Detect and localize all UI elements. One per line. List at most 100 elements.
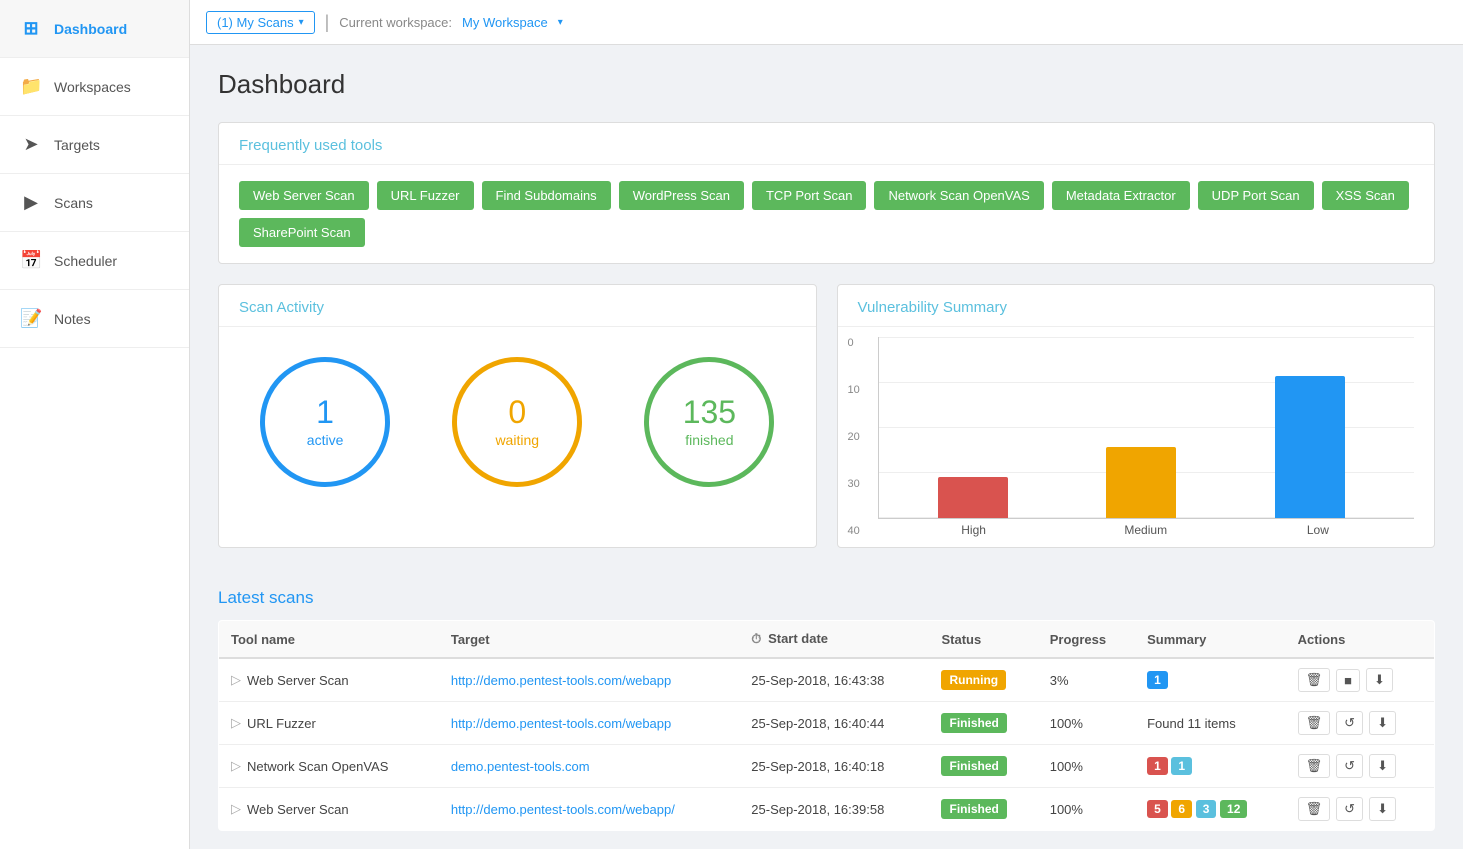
start-date-cell: 25-Sep-2018, 16:39:58 [739, 788, 929, 831]
delete-btn[interactable]: 🗑 [1298, 797, 1331, 821]
delete-btn[interactable]: 🗑 [1298, 711, 1331, 735]
latest-scans-section: Latest scans Tool name Target ⏱ Start da… [218, 588, 1435, 831]
delete-btn[interactable]: 🗑 [1298, 754, 1331, 778]
waiting-number: 0 [508, 396, 526, 428]
sidebar-item-notes[interactable]: 📝 Notes [0, 290, 189, 348]
sidebar-item-scheduler[interactable]: 📅 Scheduler [0, 232, 189, 290]
dashboard-icon: ⊞ [20, 18, 42, 39]
play-icon: ▷ [231, 715, 241, 731]
sidebar-item-scans[interactable]: ▶ Scans [0, 174, 189, 232]
tool-name-cell: ▷ Web Server Scan [219, 658, 439, 702]
tool-find-subdomains[interactable]: Find Subdomains [482, 181, 611, 210]
target-cell: http://demo.pentest-tools.com/webapp/ [439, 788, 739, 831]
col-start-date-label: Start date [768, 631, 828, 646]
target-cell: http://demo.pentest-tools.com/webapp [439, 658, 739, 702]
target-link[interactable]: http://demo.pentest-tools.com/webapp [451, 716, 671, 731]
sidebar-label-targets: Targets [54, 137, 100, 153]
tool-name-inner: ▷ Web Server Scan [231, 672, 427, 688]
table-row: ▷ Network Scan OpenVAS demo.pentest-tool… [219, 745, 1435, 788]
sidebar-item-workspaces[interactable]: 📁 Workspaces [0, 58, 189, 116]
my-scans-dropdown[interactable]: (1) My Scans ▾ [206, 11, 315, 34]
sidebar: ⊞ Dashboard 📁 Workspaces ➤ Targets ▶ Sca… [0, 0, 190, 849]
play-icon: ▷ [231, 672, 241, 688]
table-row: ▷ URL Fuzzer http://demo.pentest-tools.c… [219, 702, 1435, 745]
topbar-separator: | [325, 12, 330, 33]
actions-inner: 🗑 ↺ ⬇ [1298, 797, 1422, 821]
active-number: 1 [316, 396, 334, 428]
active-circle-item: 1 active [260, 357, 390, 487]
sidebar-label-dashboard: Dashboard [54, 21, 127, 37]
sidebar-label-workspaces: Workspaces [54, 79, 131, 95]
actions-inner: 🗑 ↺ ⬇ [1298, 711, 1422, 735]
sidebar-label-notes: Notes [54, 311, 91, 327]
tools-card-body: Web Server Scan URL Fuzzer Find Subdomai… [219, 165, 1434, 263]
sidebar-label-scans: Scans [54, 195, 93, 211]
tool-network-scan-openvas[interactable]: Network Scan OpenVAS [874, 181, 1043, 210]
scan-badge-label: (1) My Scans [217, 15, 294, 30]
tool-name-label: Web Server Scan [247, 802, 349, 817]
download-btn[interactable]: ⬇ [1369, 754, 1396, 778]
tool-sharepoint-scan[interactable]: SharePoint Scan [239, 218, 365, 247]
finished-circle: 135 finished [644, 357, 774, 487]
tool-wordpress-scan[interactable]: WordPress Scan [619, 181, 744, 210]
col-actions: Actions [1286, 621, 1435, 659]
workspace-caret[interactable]: ▾ [558, 17, 563, 28]
latest-scans-title: Latest scans [218, 588, 1435, 608]
tool-name-inner: ▷ Network Scan OpenVAS [231, 758, 427, 774]
download-btn[interactable]: ⬇ [1369, 711, 1396, 735]
activity-vuln-row: Scan Activity 1 active 0 waiting [218, 284, 1435, 568]
actions-cell: 🗑 ↺ ⬇ [1286, 702, 1435, 745]
waiting-circle-item: 0 waiting [452, 357, 582, 487]
tool-web-server-scan[interactable]: Web Server Scan [239, 181, 369, 210]
scans-table-header-row: Tool name Target ⏱ Start date Status Pro… [219, 621, 1435, 659]
sidebar-item-dashboard[interactable]: ⊞ Dashboard [0, 0, 189, 58]
col-target: Target [439, 621, 739, 659]
bar-high [938, 477, 1008, 518]
x-label-medium: Medium [1111, 523, 1181, 537]
actions-cell: 🗑 ■ ⬇ [1286, 658, 1435, 702]
actions-inner: 🗑 ■ ⬇ [1298, 668, 1422, 692]
scans-table-body: ▷ Web Server Scan http://demo.pentest-to… [219, 658, 1435, 831]
scheduler-icon: 📅 [20, 250, 42, 271]
table-row: ▷ Web Server Scan http://demo.pentest-to… [219, 788, 1435, 831]
sidebar-item-targets[interactable]: ➤ Targets [0, 116, 189, 174]
target-link[interactable]: http://demo.pentest-tools.com/webapp/ [451, 802, 675, 817]
target-link[interactable]: http://demo.pentest-tools.com/webapp [451, 673, 671, 688]
clock-icon: ⏱ [751, 631, 761, 646]
status-badge-finished: Finished [941, 756, 1006, 776]
circles-container: 1 active 0 waiting 135 finished [219, 327, 816, 517]
waiting-circle: 0 waiting [452, 357, 582, 487]
scans-table: Tool name Target ⏱ Start date Status Pro… [218, 620, 1435, 831]
tool-url-fuzzer[interactable]: URL Fuzzer [377, 181, 474, 210]
tools-card-header: Frequently used tools [219, 123, 1434, 165]
tool-metadata-extractor[interactable]: Metadata Extractor [1052, 181, 1190, 210]
stop-btn[interactable]: ■ [1336, 669, 1360, 692]
col-progress: Progress [1038, 621, 1135, 659]
tool-xss-scan[interactable]: XSS Scan [1322, 181, 1409, 210]
delete-btn[interactable]: 🗑 [1298, 668, 1331, 692]
status-badge-finished: Finished [941, 799, 1006, 819]
chart-inner: 40 30 20 10 0 [848, 337, 1415, 537]
tool-name-inner: ▷ URL Fuzzer [231, 715, 427, 731]
bars-area [878, 337, 1415, 519]
retry-btn[interactable]: ↺ [1336, 797, 1363, 821]
tool-tcp-port-scan[interactable]: TCP Port Scan [752, 181, 866, 210]
y-0: 0 [848, 337, 870, 349]
content-area: Dashboard Frequently used tools Web Serv… [190, 45, 1463, 849]
y-30: 30 [848, 478, 870, 490]
chart-with-xaxis: High Medium Low [878, 337, 1415, 537]
workspace-name[interactable]: My Workspace [462, 15, 548, 30]
notes-icon: 📝 [20, 308, 42, 329]
summary-cell: Found 11 items [1135, 702, 1286, 745]
retry-btn[interactable]: ↺ [1336, 754, 1363, 778]
retry-btn[interactable]: ↺ [1336, 711, 1363, 735]
table-row: ▷ Web Server Scan http://demo.pentest-to… [219, 658, 1435, 702]
target-link[interactable]: demo.pentest-tools.com [451, 759, 590, 774]
summary-badge-5: 5 [1147, 800, 1168, 818]
tools-grid: Web Server Scan URL Fuzzer Find Subdomai… [239, 181, 1414, 247]
play-icon: ▷ [231, 801, 241, 817]
download-btn[interactable]: ⬇ [1366, 668, 1393, 692]
scan-activity-card: Scan Activity 1 active 0 waiting [218, 284, 817, 548]
tool-udp-port-scan[interactable]: UDP Port Scan [1198, 181, 1314, 210]
download-btn[interactable]: ⬇ [1369, 797, 1396, 821]
